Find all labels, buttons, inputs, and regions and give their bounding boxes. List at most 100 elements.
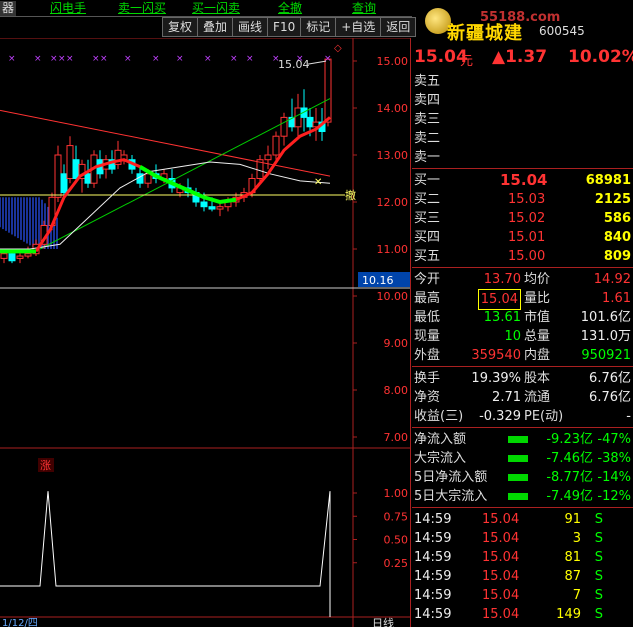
- buy-row[interactable]: 买二 15.03 2125: [412, 190, 633, 209]
- quote-row: 最高 15.04 量比 1.61: [412, 289, 633, 310]
- sell-label: 卖二: [414, 131, 441, 146]
- marker: ×: [204, 54, 212, 64]
- line-label: 撤: [345, 188, 356, 202]
- marker: ×: [34, 54, 42, 64]
- candle-body: [272, 135, 280, 156]
- sub-y-tick-label: 0.25: [384, 557, 409, 570]
- restore-rights-button[interactable]: 复权: [162, 17, 199, 37]
- marker: ×: [230, 54, 238, 64]
- mark-button[interactable]: 标记: [301, 17, 337, 37]
- query-button[interactable]: 查询: [352, 1, 376, 16]
- flow-row: 5日净流入额 -8.77亿 -14%: [414, 470, 631, 485]
- sell-row[interactable]: 卖五: [412, 72, 633, 91]
- y-tick-label: 11.00: [377, 243, 409, 256]
- buy-label: 买三: [414, 211, 441, 226]
- y-tick-label: 10.00: [377, 290, 409, 303]
- candle-body: [60, 173, 68, 194]
- panel-divider: [412, 427, 633, 428]
- marker: ×: [50, 54, 58, 64]
- sub-indicator-panel: 涨: [0, 458, 331, 617]
- sell-row[interactable]: 卖二: [412, 129, 633, 148]
- sell-label: 卖四: [414, 93, 441, 108]
- quote-row: 外盘 359540 内盘 950921: [414, 348, 631, 363]
- cancel-all-button[interactable]: 全撤: [278, 1, 302, 16]
- panel-separator: [410, 38, 411, 627]
- red-indicator: [34, 116, 331, 253]
- candle-body: [280, 116, 288, 137]
- buy-volume: 840: [603, 230, 631, 245]
- buy-label: 买二: [414, 192, 441, 207]
- candle-body: [72, 159, 80, 179]
- candle-body: [200, 201, 208, 208]
- y-tick-label: 7.00: [384, 431, 409, 444]
- panel-divider: [412, 168, 633, 169]
- menu-button[interactable]: 器: [0, 1, 17, 16]
- buy-label: 买一: [414, 173, 441, 188]
- marker: ×: [152, 54, 160, 64]
- panel-divider: [412, 267, 633, 268]
- candlestick-chart[interactable]: 15.00 14.00 13.00 12.00 11.00 10.00 9.00 8.00 7.…: [0, 38, 410, 627]
- candle-body: [324, 58, 332, 123]
- buy1-flash-sell-button[interactable]: 买一闪卖: [192, 1, 240, 16]
- crosshair-price: 10.16: [362, 274, 394, 287]
- marker: ×: [124, 54, 132, 64]
- flash-trade-button[interactable]: 闪电手: [50, 1, 86, 16]
- sell-row[interactable]: 卖四: [412, 91, 633, 110]
- buy-price: 15.00: [508, 249, 546, 264]
- chart-toolbar: 复权 叠加 画线 F10 标记 +自选 返回: [162, 17, 417, 37]
- bottom-date-label: 1/12/四: [2, 618, 38, 627]
- back-button[interactable]: 返回: [381, 17, 417, 37]
- draw-line-button[interactable]: 画线: [233, 17, 269, 37]
- buy-label: 买四: [414, 230, 441, 245]
- high-price-label: 15.04: [278, 58, 310, 71]
- buy-row[interactable]: 买一 15.04 68981: [412, 171, 633, 190]
- candle-body: [0, 253, 8, 259]
- sell-row[interactable]: 卖一: [412, 148, 633, 167]
- sell-row[interactable]: 卖三: [412, 110, 633, 129]
- stock-name: 新疆城建: [447, 23, 523, 44]
- y-tick-label: 14.00: [377, 102, 409, 115]
- cross-marker: ✕: [314, 177, 322, 188]
- candle-body: [306, 116, 314, 128]
- blue-histogram: [0, 197, 58, 249]
- price-summary: 15.04 元 ▲1.37 10.02%: [412, 44, 633, 70]
- candle-body: [294, 107, 302, 128]
- f10-button[interactable]: F10: [268, 17, 302, 37]
- axis-labels: 15.00 14.00 13.00 12.00 11.00 10.00 9.00 8.00 7.…: [2, 43, 410, 627]
- buy-price: 15.02: [508, 211, 546, 226]
- buy-volume: 809: [603, 249, 631, 264]
- marker: ×: [92, 54, 100, 64]
- buy-label: 买五: [414, 249, 441, 264]
- buy-price: 15.03: [508, 192, 546, 207]
- buy-volume: 68981: [585, 173, 631, 188]
- add-watchlist-button[interactable]: +自选: [336, 17, 382, 37]
- sub-line: [0, 491, 331, 617]
- overlay-button[interactable]: 叠加: [198, 17, 234, 37]
- flow-row: 净流入额 -9.23亿 -47%: [414, 432, 631, 447]
- tick-row: 14:59 15.04 149 S: [414, 607, 603, 622]
- quote-row: 最低 13.61 市值 101.6亿: [414, 310, 631, 325]
- buy-volume: 2125: [594, 192, 631, 207]
- candle-body: [216, 206, 224, 210]
- flow-row: 大宗流入 -7.46亿 -38%: [414, 451, 631, 466]
- marker: ×: [8, 54, 16, 64]
- sub-y-tick-label: 0.75: [384, 510, 409, 523]
- panel-divider: [412, 366, 633, 367]
- sell-label: 卖三: [414, 112, 441, 127]
- sell1-flash-buy-button[interactable]: 卖一闪买: [118, 1, 166, 16]
- buy-row[interactable]: 买五 15.00 809: [412, 247, 633, 266]
- marker: ×: [176, 54, 184, 64]
- fundamental-row: 收益(三) -0.329 PE(动) -: [414, 409, 631, 424]
- chart-grid: [0, 38, 410, 627]
- y-tick-label: 9.00: [384, 337, 409, 350]
- buy-row[interactable]: 买三 15.02 586: [412, 209, 633, 228]
- fundamental-row: 净资 2.71 流通 6.76亿: [414, 390, 631, 405]
- candle-body: [16, 255, 24, 259]
- candle-body: [8, 253, 16, 262]
- diamond-marker: ◇: [334, 43, 342, 54]
- buy-row[interactable]: 买四 15.01 840: [412, 228, 633, 247]
- quote-panel: 卖五 卖四 卖三 卖二 卖一 买一 15.04 68981 买二 15.03 2…: [412, 70, 633, 627]
- flow-row: 5日大宗流入 -7.49亿 -12%: [414, 489, 631, 504]
- sub-y-tick-label: 0.50: [384, 534, 409, 547]
- candle-body: [24, 253, 32, 257]
